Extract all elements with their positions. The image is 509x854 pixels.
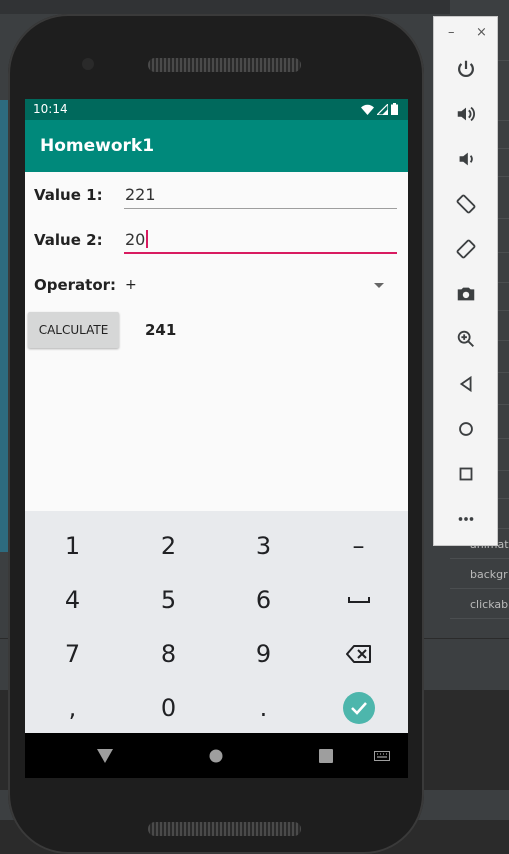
value2-text: 20 [125,230,146,249]
zoom-button[interactable] [434,319,497,359]
nav-overview-icon [319,748,333,763]
home-button[interactable] [434,409,497,449]
signal-icon [377,103,388,115]
zoom-icon [457,330,474,347]
top-speaker [148,58,301,72]
operator-dropdown[interactable]: + [124,273,384,297]
screenshot-button[interactable] [434,274,497,314]
keyboard-switch-button[interactable] [352,733,408,778]
ide-row-divider [450,558,509,559]
key-minus[interactable]: – [311,520,406,572]
rotate-right-icon [456,239,475,259]
emulator-toolbar: – × [433,16,498,546]
key-space[interactable] [311,574,406,626]
nav-home-button[interactable] [186,733,246,778]
key-1[interactable]: 1 [25,520,120,572]
key-0[interactable]: 0 [121,682,216,734]
phone-screen: 10:14 Homework1 Value 1: 221 Value 2: 20… [25,99,408,778]
nav-overview-button[interactable] [296,733,356,778]
key-8[interactable]: 8 [121,628,216,680]
done-button[interactable] [342,692,375,724]
key-backspace[interactable] [311,628,406,680]
key-3[interactable]: 3 [216,520,311,572]
status-time: 10:14 [33,102,68,116]
back-button[interactable] [434,364,497,404]
camera-icon [457,287,474,301]
close-button[interactable]: × [476,25,487,40]
key-6[interactable]: 6 [216,574,311,626]
nav-back-button[interactable] [75,733,135,778]
key-done[interactable] [311,682,406,734]
volume-down-button[interactable] [434,139,497,179]
power-button[interactable] [434,49,497,89]
key-comma[interactable]: , [25,682,120,734]
overview-icon [459,467,472,481]
operator-value: + [125,277,137,293]
volume-down-icon [459,152,473,166]
nav-back-icon [97,748,113,763]
value2-input[interactable]: 20 [124,224,397,254]
check-icon [350,702,367,715]
calculate-button[interactable]: CALCULATE [28,312,119,348]
key-4[interactable]: 4 [25,574,120,626]
ide-row-divider [450,588,509,589]
status-bar: 10:14 [25,99,408,120]
value2-label: Value 2: [34,231,103,249]
nav-home-icon [209,749,223,762]
power-icon [457,60,474,78]
ide-attribute-row[interactable]: backgr [470,568,509,581]
ide-row-divider [450,618,509,619]
result-text: 241 [145,321,177,339]
more-icon [458,517,473,521]
volume-up-button[interactable] [434,94,497,134]
front-camera [82,58,94,70]
value1-input[interactable]: 221 [124,179,397,209]
key-7[interactable]: 7 [25,628,120,680]
numeric-keyboard: 1 2 3 – 4 5 6 7 8 9 , 0 . [25,511,408,733]
overview-button[interactable] [434,454,497,494]
home-icon [458,422,473,436]
battery-icon [391,103,398,115]
rotate-left-button[interactable] [434,184,497,224]
keyboard-icon [374,750,390,761]
minimize-button[interactable]: – [448,25,455,40]
volume-up-icon [457,106,475,122]
app-title: Homework1 [40,136,155,156]
text-caret [146,230,149,248]
rotate-right-button[interactable] [434,229,497,269]
wifi-icon [361,104,374,115]
key-period[interactable]: . [216,682,311,734]
backspace-icon [345,645,371,663]
value1-label: Value 1: [34,186,103,204]
ide-top-bar [0,0,509,14]
key-9[interactable]: 9 [216,628,311,680]
app-bar: Homework1 [25,120,408,172]
navigation-bar [25,733,408,778]
back-icon [459,375,471,393]
more-button[interactable] [434,499,497,539]
dropdown-arrow-icon [374,283,384,288]
key-2[interactable]: 2 [121,520,216,572]
bottom-speaker [148,822,301,836]
ide-attribute-row[interactable]: clickab [470,598,509,611]
value1-text: 221 [125,185,156,204]
key-5[interactable]: 5 [121,574,216,626]
rotate-left-icon [456,194,475,214]
operator-label: Operator: [34,276,117,294]
space-icon [347,597,370,603]
